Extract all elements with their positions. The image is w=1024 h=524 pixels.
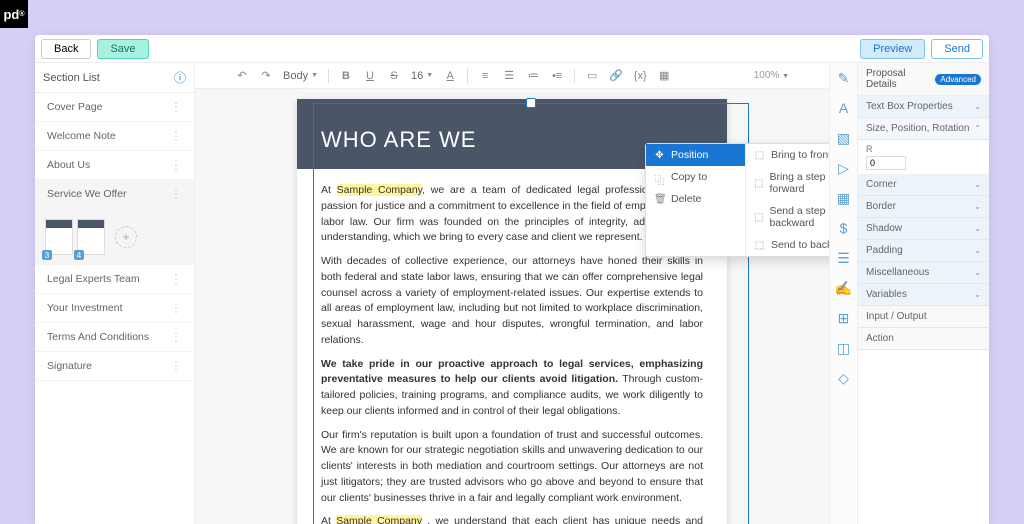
app-window: Back Save Preview Send Section List ⓘ Co… (35, 35, 989, 524)
link-icon[interactable]: 🔗 (609, 69, 623, 83)
back-button[interactable]: Back (41, 39, 91, 59)
table-icon[interactable]: ▦ (657, 69, 671, 83)
format-toolbar: ↶ ↷ Body▼ B U S 16▼ A ≡ ☰ ≔ •≡ ▭ 🔗 {x} ▦… (195, 63, 829, 89)
menu-icon: ✥ (654, 150, 665, 161)
chevron-down-icon: ⌄ (974, 224, 981, 233)
undo-icon[interactable]: ↶ (235, 69, 249, 83)
field-icon[interactable]: ⊞ (835, 309, 853, 327)
rotation-input[interactable] (866, 156, 906, 170)
block-icon[interactable]: ◫ (835, 339, 853, 357)
image-tool-icon[interactable]: ▧ (835, 129, 853, 147)
preview-button[interactable]: Preview (860, 39, 925, 59)
send-button[interactable]: Send (931, 39, 983, 59)
layer-icon: ⬚ (754, 212, 763, 223)
context-menu-item[interactable]: ⬚Bring to front (746, 144, 829, 166)
input-output-row[interactable]: Input / Output (858, 306, 989, 328)
page-thumb[interactable]: 3 (45, 219, 73, 255)
app-logo: pd® (0, 0, 28, 28)
text-icon[interactable]: A (835, 99, 853, 117)
underline-icon[interactable]: U (363, 69, 377, 83)
table-tool-icon[interactable]: ▦ (835, 189, 853, 207)
redo-icon[interactable]: ↷ (259, 69, 273, 83)
topbar: Back Save Preview Send (35, 35, 989, 63)
size-position-rotation[interactable]: Size, Position, Rotation⌃ (858, 118, 989, 140)
menu-icon: ⿻ (654, 172, 665, 183)
text-box-properties[interactable]: Text Box Properties⌄ (858, 96, 989, 118)
context-menu-item[interactable]: ⬚Bring a step forward (746, 166, 829, 200)
section-item[interactable]: Legal Experts Team⋮ (35, 265, 194, 294)
property-group[interactable]: Padding⌄ (858, 240, 989, 262)
section-item[interactable]: Signature⋮ (35, 352, 194, 381)
var-icon[interactable]: {x} (633, 69, 647, 83)
rotation-field: R (858, 140, 989, 174)
font-select[interactable]: Body▼ (283, 70, 318, 82)
info-icon[interactable]: ⓘ (174, 69, 186, 86)
property-group[interactable]: Corner⌄ (858, 174, 989, 196)
chevron-down-icon: ⌄ (974, 268, 981, 277)
section-list-header: Section List ⓘ (35, 63, 194, 93)
property-group[interactable]: Miscellaneous⌄ (858, 262, 989, 284)
context-menu: ✥Position⿻Copy to🗑Delete ⬚Bring to front… (645, 143, 829, 257)
pointer-icon[interactable]: ✎ (835, 69, 853, 87)
section-item[interactable]: Service We Offer⋮ (35, 180, 194, 209)
variables-row[interactable]: Variables⌄ (858, 284, 989, 306)
layer-icon: ⬚ (754, 178, 763, 189)
bold-icon[interactable]: B (339, 69, 353, 83)
chevron-down-icon: ⌄ (974, 290, 981, 299)
line-height-icon[interactable]: ☰ (502, 69, 516, 83)
menu-icon: 🗑 (654, 194, 665, 205)
chevron-down-icon: ⌄ (974, 102, 981, 111)
section-item[interactable]: Cover Page⋮ (35, 93, 194, 122)
tool-strip: ✎ A ▧ ▷ ▦ $ ☰ ✍ ⊞ ◫ ◇ (830, 63, 858, 524)
drag-icon[interactable]: ⋮ (170, 158, 182, 172)
canvas-area: ↶ ↷ Body▼ B U S 16▼ A ≡ ☰ ≔ •≡ ▭ 🔗 {x} ▦… (195, 63, 829, 524)
section-item[interactable]: Welcome Note⋮ (35, 122, 194, 151)
price-icon[interactable]: $ (835, 219, 853, 237)
drag-icon[interactable]: ⋮ (170, 272, 182, 286)
layer-icon: ⬚ (754, 240, 765, 251)
action-row[interactable]: Action (858, 328, 989, 350)
strike-icon[interactable]: S (387, 69, 401, 83)
zoom-select[interactable]: 100% ▼ (754, 70, 789, 81)
selection-handle[interactable] (526, 98, 536, 108)
save-button[interactable]: Save (97, 39, 148, 59)
shape-icon[interactable]: ◇ (835, 369, 853, 387)
context-menu-item[interactable]: ⿻Copy to (646, 166, 745, 188)
context-menu-item[interactable]: ⬚Send a step backward (746, 200, 829, 234)
context-menu-item[interactable]: 🗑Delete (646, 188, 745, 210)
video-icon[interactable]: ▷ (835, 159, 853, 177)
chevron-up-icon: ⌃ (974, 124, 981, 133)
drag-icon[interactable]: ⋮ (170, 301, 182, 315)
section-item[interactable]: Your Investment⋮ (35, 294, 194, 323)
property-group[interactable]: Border⌄ (858, 196, 989, 218)
layer-icon: ⬚ (754, 150, 765, 161)
section-list-panel: Section List ⓘ Cover Page⋮Welcome Note⋮A… (35, 63, 195, 524)
chevron-down-icon: ⌄ (974, 246, 981, 255)
page-thumb[interactable]: 4 (77, 219, 105, 255)
text-color-icon[interactable]: A (443, 69, 457, 83)
drag-icon[interactable]: ⋮ (170, 187, 182, 201)
bullet-list-icon[interactable]: •≡ (550, 69, 564, 83)
drag-icon[interactable]: ⋮ (170, 359, 182, 373)
add-page-button[interactable]: + (115, 226, 137, 248)
image-icon[interactable]: ▭ (585, 69, 599, 83)
context-menu-item[interactable]: ✥Position (646, 144, 745, 166)
advanced-badge[interactable]: Advanced (935, 74, 981, 85)
properties-panel: ✎ A ▧ ▷ ▦ $ ☰ ✍ ⊞ ◫ ◇ Proposal Details A… (829, 63, 989, 524)
toc-icon[interactable]: ☰ (835, 249, 853, 267)
property-group[interactable]: Shadow⌄ (858, 218, 989, 240)
context-menu-item[interactable]: ⬚Send to back (746, 234, 829, 256)
form-icon[interactable]: ✍ (835, 279, 853, 297)
align-left-icon[interactable]: ≡ (478, 69, 492, 83)
drag-icon[interactable]: ⋮ (170, 129, 182, 143)
numbered-list-icon[interactable]: ≔ (526, 69, 540, 83)
section-item[interactable]: About Us⋮ (35, 151, 194, 180)
proposal-details-header: Proposal Details Advanced (858, 63, 989, 96)
drag-icon[interactable]: ⋮ (170, 100, 182, 114)
chevron-down-icon: ⌄ (974, 180, 981, 189)
section-item[interactable]: Terms And Conditions⋮ (35, 323, 194, 352)
drag-icon[interactable]: ⋮ (170, 330, 182, 344)
font-size-select[interactable]: 16▼ (411, 70, 433, 82)
chevron-down-icon: ⌄ (974, 202, 981, 211)
